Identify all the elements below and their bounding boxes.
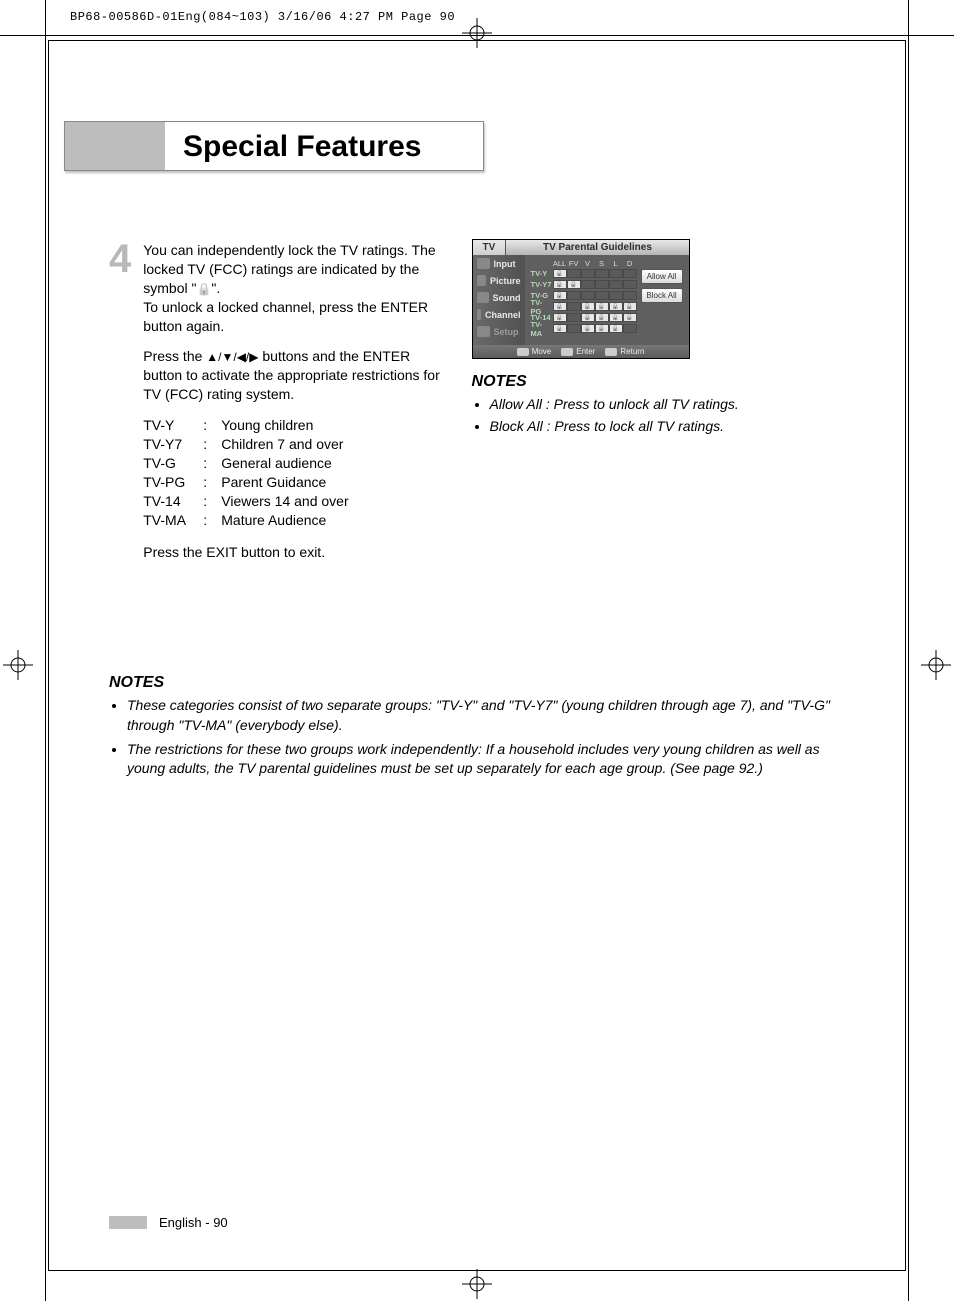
lower-note-2: The restrictions for these two groups wo… xyxy=(127,740,845,779)
title-bar-accent xyxy=(65,122,165,170)
side-note-allow: Allow All : Press to unlock all TV ratin… xyxy=(490,395,766,415)
ratings-definitions: TV-Y:Young children TV-Y7:Children 7 and… xyxy=(143,416,447,529)
osd-title: TV Parental Guidelines xyxy=(506,240,688,255)
registration-mark-left-icon xyxy=(3,650,33,680)
osd-sidebar: Input Picture Sound Channel Setup xyxy=(473,255,525,345)
page-frame: Special Features 4 You can independently… xyxy=(48,40,906,1271)
side-notes-heading: NOTES xyxy=(472,373,766,391)
print-header: BP68-00586D-01Eng(084~103) 3/16/06 4:27 … xyxy=(70,10,455,24)
enter-icon xyxy=(561,348,573,356)
step-4: 4 You can independently lock the TV rati… xyxy=(109,241,448,574)
step-number: 4 xyxy=(109,241,131,574)
page-footer: English - 90 xyxy=(109,1215,228,1230)
osd-allow-all-button: Allow All xyxy=(641,269,683,284)
step-paragraph-2: Press the ▲/▼/◀/▶ buttons and the ENTER … xyxy=(143,347,447,404)
setup-icon xyxy=(477,326,490,337)
osd-footer: Move Enter Return xyxy=(473,345,689,358)
osd-tv-tab: TV xyxy=(473,240,507,255)
registration-mark-bottom-icon xyxy=(462,1269,492,1299)
osd-block-all-button: Block All xyxy=(641,288,683,303)
step-paragraph-1: You can independently lock the TV rating… xyxy=(143,241,447,335)
crop-line-right xyxy=(908,0,909,1301)
lock-icon: 🔒 xyxy=(196,281,211,297)
return-icon xyxy=(605,348,617,356)
osd-screenshot: TV TV Parental Guidelines Input Picture … xyxy=(472,239,690,359)
lower-notes-list: These categories consist of two separate… xyxy=(109,696,845,778)
arrow-buttons-text: ▲/▼/◀/▶ xyxy=(206,350,258,364)
side-notes-list: Allow All : Press to unlock all TV ratin… xyxy=(472,395,766,436)
step-exit: Press the EXIT button to exit. xyxy=(143,543,447,562)
page-number: English - 90 xyxy=(159,1215,228,1230)
lower-notes-heading: NOTES xyxy=(109,674,845,692)
section-title: Special Features xyxy=(165,122,483,170)
channel-icon xyxy=(477,309,481,320)
osd-grid: ALL FV V S L D TV-Y TV-Y7 TV-G TV-PG TV-… xyxy=(525,255,689,345)
registration-mark-right-icon xyxy=(921,650,951,680)
footer-accent xyxy=(109,1216,147,1229)
crop-line-left xyxy=(45,0,46,1301)
lower-note-1: These categories consist of two separate… xyxy=(127,696,845,735)
move-icon xyxy=(517,348,529,356)
side-note-block: Block All : Press to lock all TV ratings… xyxy=(490,417,766,437)
section-title-bar: Special Features xyxy=(64,121,484,171)
picture-icon xyxy=(477,275,486,286)
input-icon xyxy=(477,258,490,269)
sound-icon xyxy=(477,292,489,303)
